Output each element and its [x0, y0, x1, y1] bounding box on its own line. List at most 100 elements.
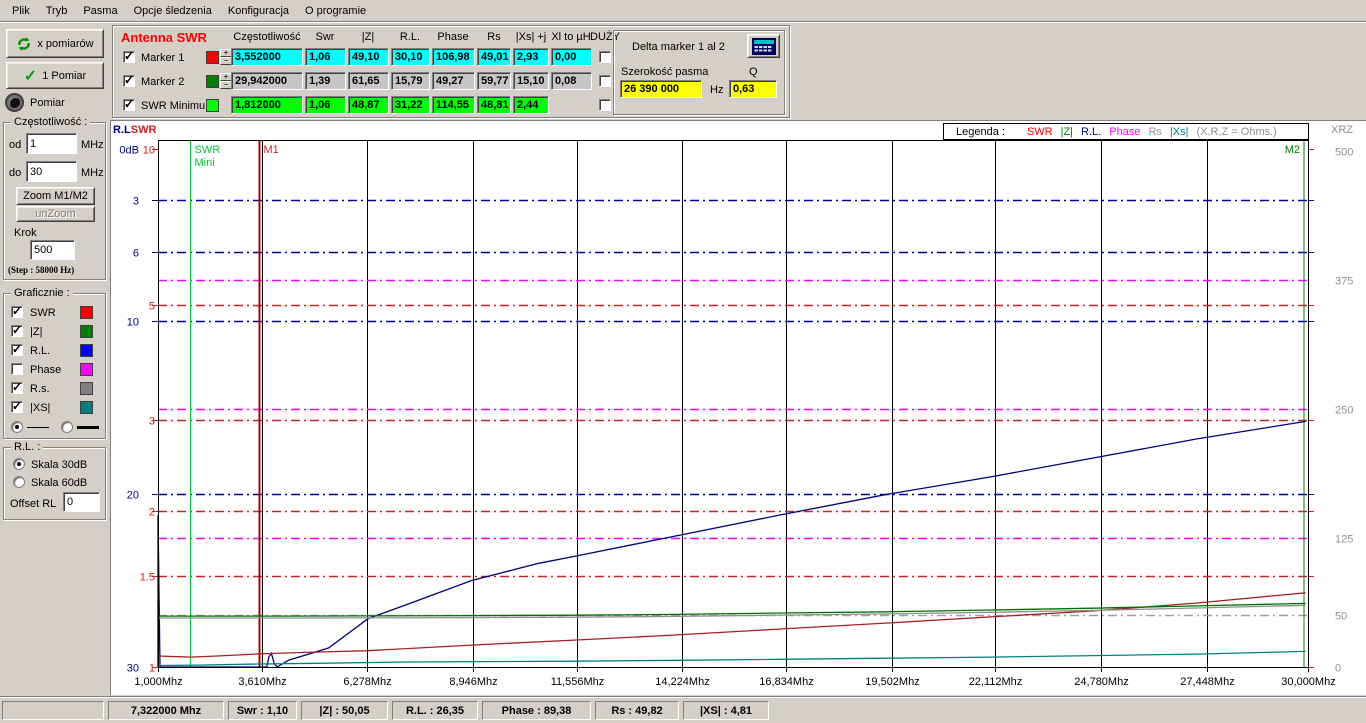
column-header-1: Swr: [316, 31, 335, 43]
column-header-6: |Xs| +j: [516, 31, 546, 43]
freq-from-input[interactable]: [26, 133, 77, 154]
thin-line-radio[interactable]: [11, 421, 23, 433]
trace-checkbox-1[interactable]: ✓: [11, 325, 23, 337]
unzoom-button[interactable]: unZoom: [16, 206, 95, 222]
rl-axis-label-5: 30: [127, 663, 139, 675]
marker-value-0-4[interactable]: 106,98: [432, 48, 475, 66]
duzy-checkbox-2[interactable]: [599, 99, 611, 111]
trace-label-2: R.L.: [30, 345, 50, 357]
x-tick-label-6: 16,834Mhz: [759, 676, 813, 688]
trace-checkbox-2[interactable]: ✓: [11, 344, 23, 356]
rl-axis-label-2: 6: [133, 248, 139, 260]
bandwidth-field[interactable]: 26 390 000: [620, 80, 702, 98]
marker-value-0-7[interactable]: 0,00: [551, 48, 592, 66]
offset-rl-label: Offset RL: [10, 498, 56, 510]
marker-value-0-0[interactable]: 3,552000: [231, 48, 303, 66]
delta-title: Delta marker 1 al 2: [632, 41, 725, 53]
menu-item-konfiguracja[interactable]: Konfiguracja: [220, 3, 297, 19]
marker-visible-checkbox-0[interactable]: ✓: [123, 51, 135, 63]
measure-x-button[interactable]: x pomiarów: [6, 29, 104, 58]
thick-line-icon: [77, 426, 99, 429]
marker-label-1: Marker 2: [141, 76, 184, 88]
calculator-button[interactable]: [747, 34, 780, 58]
thick-line-radio[interactable]: [61, 421, 73, 433]
rl-scale-group: R.L. : Skala 30dBSkala 60dB Offset RL: [3, 447, 106, 520]
rl-axis-label-0: 0dB: [119, 145, 139, 157]
marker-value-2-1[interactable]: 1,06: [305, 96, 346, 114]
measure-knob-icon[interactable]: [5, 93, 24, 112]
status-cell-4: R.L. : 26,35: [392, 701, 478, 720]
swr-axis-label-1: 5: [149, 301, 155, 313]
menu-item-opcje-ledzenia[interactable]: Opcje śledzenia: [126, 3, 220, 19]
frequency-group: Częstotliwość : od MHz do MHz Zoom M1/M2…: [3, 122, 106, 280]
step-input[interactable]: [30, 240, 75, 260]
trace-checkbox-3[interactable]: [11, 363, 23, 375]
status-cell-0: [2, 701, 104, 720]
xrz-axis-label-0: 500: [1335, 147, 1353, 159]
menu-item-o-programie[interactable]: O programie: [297, 3, 374, 19]
duzy-checkbox-1[interactable]: [599, 75, 611, 87]
marker-label-m2-0: M2: [1285, 144, 1300, 156]
duzy-checkbox-0[interactable]: [599, 51, 611, 63]
marker-value-2-0[interactable]: 1,812000: [231, 96, 303, 114]
marker-visible-checkbox-1[interactable]: ✓: [123, 75, 135, 87]
x-tick-label-0: 1,000Mhz: [134, 676, 182, 688]
rl-scale-radio-1[interactable]: [13, 476, 25, 488]
marker-value-0-3[interactable]: 30,10: [391, 48, 430, 66]
column-header-2: |Z|: [362, 31, 374, 43]
marker-value-2-2[interactable]: 48,87: [348, 96, 389, 114]
marker-value-0-1[interactable]: 1,06: [305, 48, 346, 66]
x-tick-label-10: 27,448Mhz: [1180, 676, 1234, 688]
column-header-0: Częstotliwość: [233, 31, 300, 43]
frequency-group-title: Częstotliwość :: [11, 116, 90, 128]
trace-color-swatch-5: [80, 401, 93, 414]
marker-value-0-5[interactable]: 49,01: [477, 48, 511, 66]
x-tick-label-2: 6,278Mhz: [343, 676, 391, 688]
freq-to-input[interactable]: [26, 161, 77, 182]
menu-item-tryb[interactable]: Tryb: [38, 3, 76, 19]
trace-checkbox-0[interactable]: ✓: [11, 306, 23, 318]
measure-status-label: Pomiar: [30, 97, 65, 109]
rl-scale-radio-0[interactable]: [13, 458, 25, 470]
menu-item-plik[interactable]: Plik: [4, 3, 38, 19]
app-window: { "menu": { "items": ["Plik", "Tryb", "P…: [0, 0, 1366, 723]
to-label: do: [9, 167, 21, 179]
x-tick-label-9: 24,780Mhz: [1074, 676, 1128, 688]
marker-visible-checkbox-2[interactable]: ✓: [123, 99, 135, 111]
marker-value-1-7[interactable]: 0,08: [551, 72, 592, 90]
measure-x-label: x pomiarów: [37, 38, 93, 50]
swr-axis-label-3: 2: [149, 507, 155, 519]
marker-value-2-3[interactable]: 31,22: [391, 96, 430, 114]
menu-item-pasma[interactable]: Pasma: [75, 3, 125, 19]
offset-rl-input[interactable]: [63, 492, 100, 512]
marker-value-1-3[interactable]: 15,79: [391, 72, 430, 90]
xrz-axis-label-3: 125: [1335, 534, 1353, 546]
status-cell-5: Phase : 89,38: [482, 701, 591, 720]
marker-value-2-6[interactable]: 2,44: [513, 96, 549, 114]
trace-checkbox-5[interactable]: ✓: [11, 401, 23, 413]
x-tick-label-11: 30,000Mhz: [1281, 676, 1335, 688]
trace-checkbox-4[interactable]: ✓: [11, 382, 23, 394]
marker-value-2-5[interactable]: 48,81: [477, 96, 511, 114]
marker-value-1-2[interactable]: 61,65: [348, 72, 389, 90]
x-tick-label-4: 11,556Mhz: [551, 676, 605, 688]
chart-plot[interactable]: 1,000Mhz3,610Mhz6,278Mhz8,946Mhz11,556Mh…: [111, 121, 1366, 696]
measure-1-button[interactable]: ✓ 1 Pomiar: [6, 62, 104, 89]
status-cell-7: |XS| : 4,81: [683, 701, 769, 720]
marker-value-0-6[interactable]: 2,93: [513, 48, 549, 66]
q-field[interactable]: 0,63: [729, 80, 777, 98]
series-rl: [158, 421, 1306, 667]
marker-value-1-6[interactable]: 15,10: [513, 72, 549, 90]
marker-value-1-0[interactable]: 29,942000: [231, 72, 303, 90]
marker-value-1-4[interactable]: 49,27: [432, 72, 475, 90]
marker-value-0-2[interactable]: 49,10: [348, 48, 389, 66]
marker-value-2-4[interactable]: 114,55: [432, 96, 475, 114]
rl-scale-label-1: Skala 60dB: [31, 477, 87, 489]
rl-axis-label-1: 3: [133, 196, 139, 208]
menu-bar: PlikTrybPasmaOpcje śledzeniaKonfiguracja…: [0, 0, 1366, 22]
status-cell-1: 7,322000 Mhz: [108, 701, 224, 720]
x-tick-label-3: 8,946Mhz: [449, 676, 497, 688]
marker-value-1-1[interactable]: 1,39: [305, 72, 346, 90]
zoom-m1-m2-button[interactable]: Zoom M1/M2: [16, 187, 95, 205]
marker-value-1-5[interactable]: 59,77: [477, 72, 511, 90]
